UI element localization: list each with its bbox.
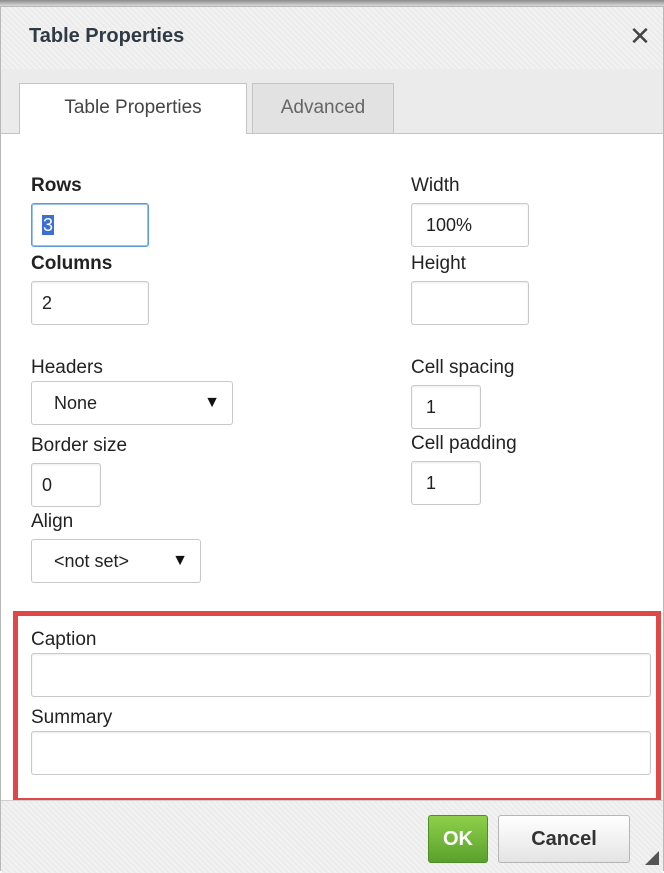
height-label: Height: [411, 253, 466, 274]
chevron-down-icon: ▼: [172, 552, 188, 569]
dialog-title: Table Properties: [29, 25, 185, 47]
align-label: Align: [31, 511, 74, 532]
resize-grip-icon[interactable]: [645, 851, 659, 865]
headers-label: Headers: [31, 357, 103, 378]
tab-table-properties[interactable]: Table Properties: [19, 83, 247, 134]
align-select[interactable]: <not set> ▼: [31, 539, 201, 583]
close-icon[interactable]: ✕: [625, 21, 655, 51]
rows-label: Rows: [31, 175, 82, 196]
summary-label: Summary: [31, 707, 113, 728]
rows-value: 3: [42, 215, 55, 235]
dialog-titlebar[interactable]: Table Properties ✕: [1, 7, 663, 69]
cell-spacing-input[interactable]: 1: [411, 385, 481, 429]
align-value: <not set>: [54, 551, 130, 571]
height-input[interactable]: [411, 281, 529, 325]
ok-button[interactable]: OK: [428, 815, 488, 863]
rows-input[interactable]: 3: [31, 203, 149, 247]
columns-label: Columns: [31, 253, 113, 274]
headers-value: None: [54, 393, 98, 413]
cell-padding-input[interactable]: 1: [411, 461, 481, 505]
caption-label: Caption: [31, 629, 97, 650]
dialog-footer: OK Cancel: [1, 800, 663, 873]
table-properties-dialog: Table Properties ✕ Table Properties Adva…: [0, 6, 664, 873]
columns-input[interactable]: 2: [31, 281, 149, 325]
width-input[interactable]: 100%: [411, 203, 529, 247]
summary-input[interactable]: [31, 731, 651, 775]
cancel-button[interactable]: Cancel: [498, 815, 630, 863]
border-size-input[interactable]: 0: [31, 463, 101, 507]
cell-padding-label: Cell padding: [411, 433, 517, 454]
border-size-label: Border size: [31, 435, 128, 456]
headers-select[interactable]: None ▼: [31, 381, 233, 425]
chevron-down-icon: ▼: [204, 394, 220, 411]
tab-bar: Table Properties Advanced: [1, 69, 663, 134]
width-label: Width: [411, 175, 460, 196]
caption-input[interactable]: [31, 653, 651, 697]
tab-advanced[interactable]: Advanced: [252, 83, 394, 133]
cell-spacing-label: Cell spacing: [411, 357, 515, 378]
